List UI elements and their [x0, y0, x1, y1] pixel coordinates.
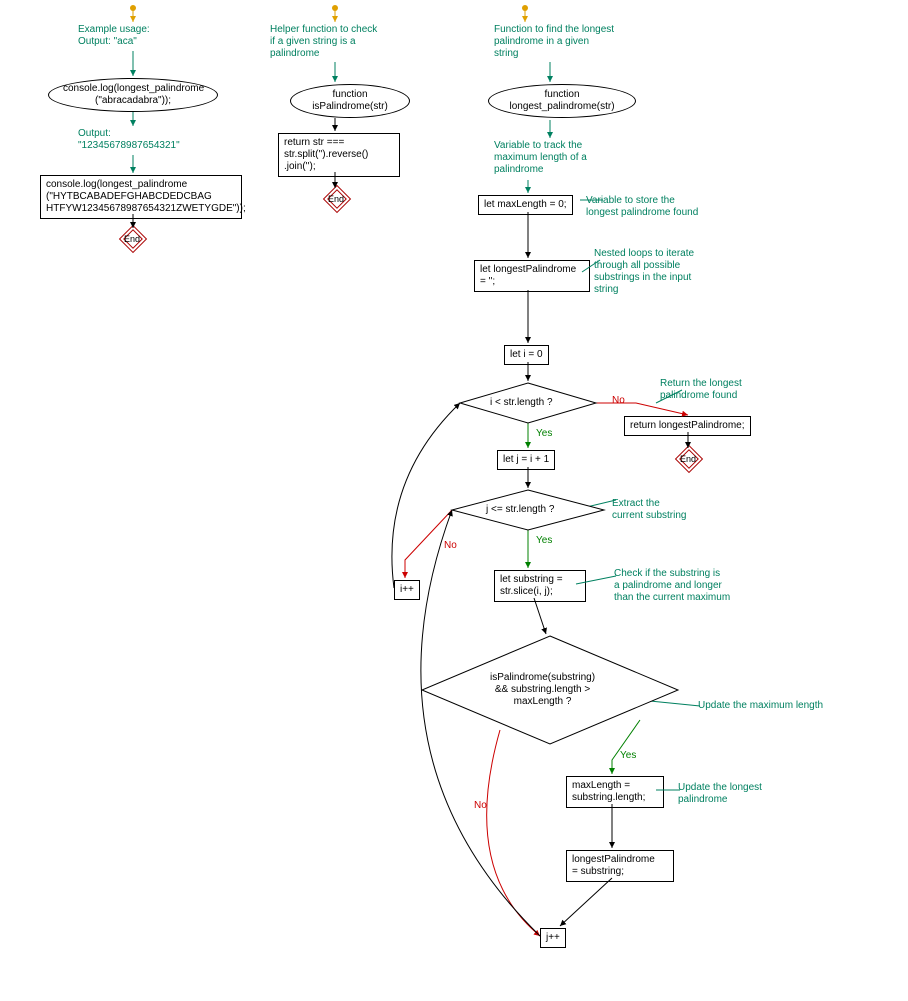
comment-return-longest: Return the longest palindrome found	[660, 378, 742, 402]
node-let-sub: let substring = str.slice(i, j);	[494, 570, 586, 602]
node-call1-text: console.log(longest_palindrome ("abracad…	[63, 83, 204, 106]
comment-update-maxlen: Update the maximum length	[698, 700, 823, 712]
yes-2: Yes	[536, 535, 552, 546]
node-i-inc: i++	[394, 580, 420, 600]
comment-check-pal: Check if the substring is a palindrome a…	[614, 568, 730, 604]
comment-helper: Helper function to check if a given stri…	[270, 24, 377, 60]
node-let-j: let j = i + 1	[497, 450, 555, 470]
node-i-inc-text: i++	[400, 584, 414, 595]
yes-1: Yes	[536, 428, 552, 439]
yes-3: Yes	[620, 750, 636, 761]
node-let-sub-text: let substring = str.slice(i, j);	[500, 574, 563, 597]
end-text: End	[328, 194, 344, 204]
no-1: No	[612, 395, 625, 406]
no-2: No	[444, 540, 457, 551]
comment-main-fn: Function to find the longest palindrome …	[494, 24, 614, 60]
node-call1: console.log(longest_palindrome ("abracad…	[48, 78, 218, 112]
comment-nested: Nested loops to iterate through all poss…	[594, 248, 694, 296]
node-j-inc: j++	[540, 928, 566, 948]
node-let-j-text: let j = i + 1	[503, 454, 549, 465]
node-set-maxlen: maxLength = substring.length;	[566, 776, 664, 808]
comment-var-maxlen: Variable to track the maximum length of …	[494, 140, 587, 176]
node-ispal-fn-text: function isPalindrome(str)	[312, 89, 388, 112]
node-call2: console.log(longest_palindrome ("HYTBCAB…	[40, 175, 242, 219]
node-return-longest-text: return longestPalindrome;	[630, 420, 745, 431]
end-text: End	[124, 234, 140, 244]
comment-example-usage: Example usage: Output: "aca"	[78, 24, 150, 48]
node-ispal-ret-text: return str === str.split('').reverse() .…	[284, 137, 368, 172]
comment-update-longest: Update the longest palindrome	[678, 782, 762, 806]
node-ispal-ret: return str === str.split('').reverse() .…	[278, 133, 400, 177]
diamond-cond-j-text: j <= str.length ?	[486, 504, 554, 516]
diamond-cond-i-text: i < str.length ?	[490, 397, 553, 409]
node-longestvar: let longestPalindrome = '';	[474, 260, 590, 292]
node-set-maxlen-text: maxLength = substring.length;	[572, 780, 645, 803]
node-let-i: let i = 0	[504, 345, 549, 365]
node-let-i-text: let i = 0	[510, 349, 543, 360]
node-maxlen: let maxLength = 0;	[478, 195, 573, 215]
node-return-longest: return longestPalindrome;	[624, 416, 751, 436]
node-j-inc-text: j++	[546, 932, 560, 943]
node-longestvar-text: let longestPalindrome = '';	[480, 264, 576, 287]
end-node-3: End	[674, 448, 702, 468]
end-text: End	[680, 454, 696, 464]
node-maxlen-text: let maxLength = 0;	[484, 199, 567, 210]
end-node-2: End	[322, 188, 350, 208]
comment-extract: Extract the current substring	[612, 498, 686, 522]
end-node-1: End	[118, 228, 146, 248]
node-longest-fn-text: function longest_palindrome(str)	[509, 89, 614, 112]
node-ispal-fn: function isPalindrome(str)	[290, 84, 410, 118]
node-set-longest-text: longestPalindrome = substring;	[572, 854, 655, 877]
node-longest-fn: function longest_palindrome(str)	[488, 84, 636, 118]
node-set-longest: longestPalindrome = substring;	[566, 850, 674, 882]
node-call2-text: console.log(longest_palindrome ("HYTBCAB…	[46, 179, 246, 214]
no-3: No	[474, 800, 487, 811]
comment-output2: Output: "12345678987654321"	[78, 128, 180, 152]
comment-var-longest: Variable to store the longest palindrome…	[586, 195, 698, 219]
diamond-cond-pal-text: isPalindrome(substring) && substring.len…	[490, 672, 595, 708]
